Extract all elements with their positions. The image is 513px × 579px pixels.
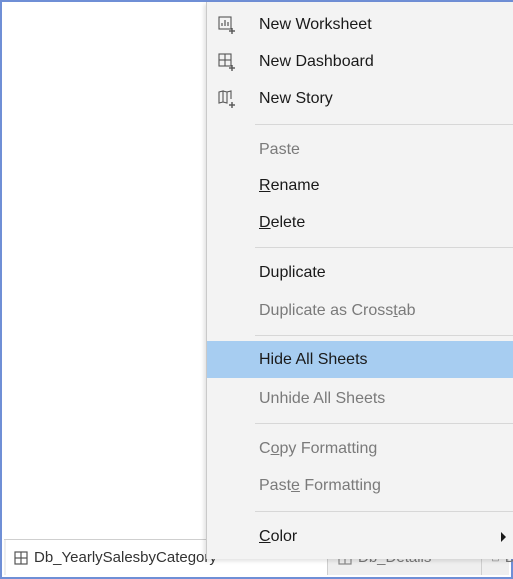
menu-item-new-worksheet[interactable]: New Worksheet	[207, 8, 513, 42]
menu-label: Paste	[259, 141, 300, 158]
menu-label: New Story	[259, 90, 333, 107]
context-menu: New Worksheet New Dashboard New Story Pa…	[206, 2, 513, 559]
new-dashboard-icon	[218, 53, 235, 71]
menu-item-rename[interactable]: Rename	[207, 169, 513, 203]
menu-item-paste-formatting[interactable]: Paste Formatting	[207, 469, 513, 503]
menu-item-duplicate-as-crosstab[interactable]: Duplicate as Crosstab	[207, 294, 513, 328]
menu-label: New Dashboard	[259, 53, 374, 70]
menu-separator	[255, 124, 513, 125]
menu-separator	[255, 247, 513, 248]
menu-label: Unhide All Sheets	[259, 390, 386, 407]
dashboard-icon	[14, 550, 28, 565]
tab-label: Db_YearlySalesbyCategory	[34, 549, 217, 566]
submenu-arrow-icon	[501, 532, 506, 542]
menu-item-new-story[interactable]: New Story	[207, 82, 513, 116]
menu-item-unhide-all-sheets[interactable]: Unhide All Sheets	[207, 382, 513, 416]
menu-item-delete[interactable]: Delete	[207, 206, 513, 240]
new-worksheet-icon	[218, 16, 235, 34]
menu-separator	[255, 511, 513, 512]
menu-label: Duplicate as Crosstab	[259, 302, 416, 319]
menu-label: New Worksheet	[259, 16, 372, 33]
menu-label: Hide All Sheets	[259, 350, 368, 368]
menu-separator	[255, 423, 513, 424]
new-story-icon	[218, 90, 235, 108]
menu-label: Copy Formatting	[259, 440, 378, 457]
menu-label: Delete	[259, 214, 306, 231]
menu-label: Rename	[259, 177, 320, 194]
menu-item-paste[interactable]: Paste	[207, 133, 513, 167]
menu-item-new-dashboard[interactable]: New Dashboard	[207, 45, 513, 79]
window-frame: Db_YearlySalesbyCategory Db_Details Db	[0, 0, 513, 579]
menu-item-copy-formatting[interactable]: Copy Formatting	[207, 432, 513, 466]
menu-label: Paste Formatting	[259, 477, 381, 494]
menu-item-duplicate[interactable]: Duplicate	[207, 256, 513, 290]
menu-item-hide-all-sheets[interactable]: Hide All Sheets	[207, 341, 513, 378]
menu-label: Duplicate	[259, 264, 326, 281]
menu-label: Color	[259, 528, 298, 545]
menu-item-color[interactable]: Color	[207, 520, 513, 554]
menu-separator	[255, 335, 513, 336]
